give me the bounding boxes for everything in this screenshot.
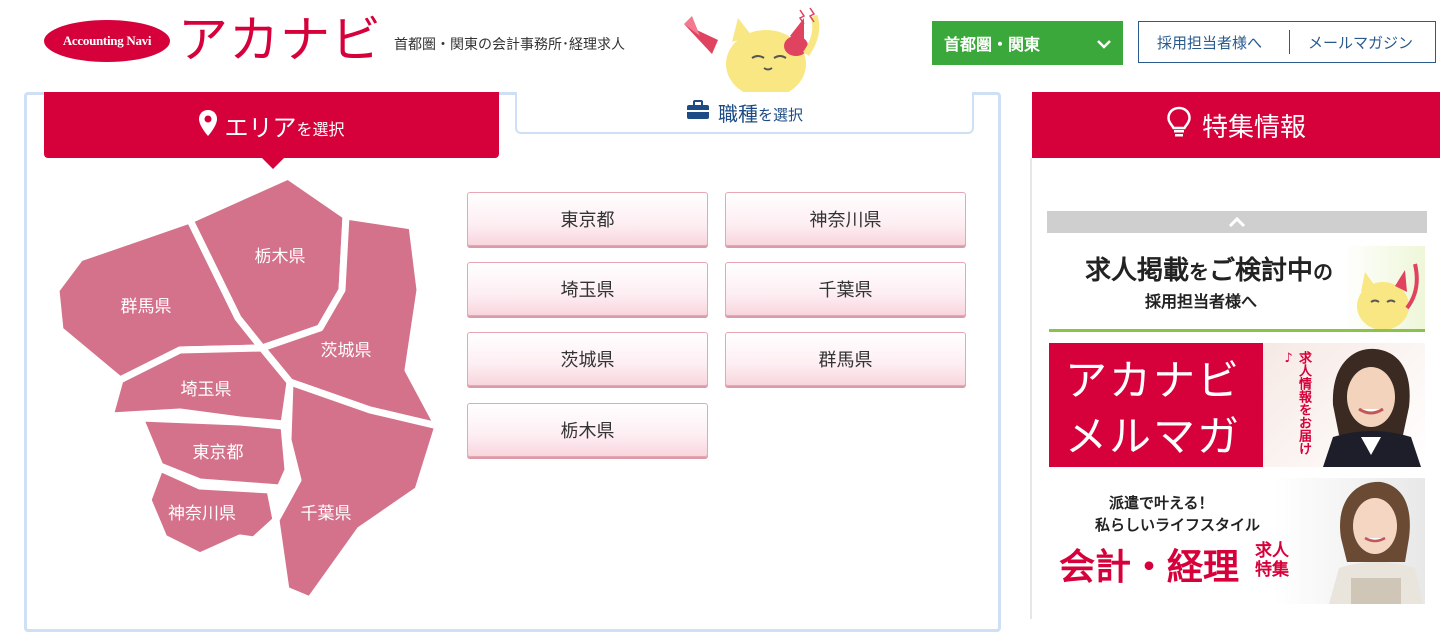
feature-header: 特集情報 bbox=[1032, 92, 1440, 158]
link-for-recruiters[interactable]: 採用担当者様へ bbox=[1139, 32, 1289, 53]
cat-mascot-icon bbox=[1357, 263, 1419, 329]
kanto-map: 栃木県 群馬県 茨城県 埼玉県 東京都 神奈川県 千葉県 bbox=[52, 172, 442, 604]
cat-mascot-icon bbox=[684, 7, 820, 92]
tab-notch bbox=[261, 157, 285, 169]
chevron-down-icon bbox=[1097, 34, 1111, 53]
map-pin-icon bbox=[198, 109, 218, 141]
tab-area-label: エリア bbox=[224, 113, 297, 142]
logo[interactable]: Accounting Navi bbox=[44, 20, 170, 62]
banner-haken-line3: 会計・経理 bbox=[1059, 547, 1240, 588]
map-label-chiba: 千葉県 bbox=[301, 504, 352, 523]
banner-mailmag-side: 求人情報をお届け♪ bbox=[1281, 351, 1311, 455]
pref-button-tochigi[interactable]: 栃木県 bbox=[467, 403, 708, 457]
pref-button-gunma[interactable]: 群馬県 bbox=[725, 332, 966, 386]
sidebar-border bbox=[1030, 158, 1032, 619]
banner-mail-magazine[interactable]: アカナビ メルマガ 求人情報をお届け♪ bbox=[1049, 343, 1425, 467]
link-mail-magazine[interactable]: メールマガジン bbox=[1290, 32, 1413, 53]
tab-area-suffix: を選択 bbox=[296, 120, 345, 139]
pref-button-saitama[interactable]: 埼玉県 bbox=[467, 262, 708, 316]
map-label-saitama: 埼玉県 bbox=[181, 380, 232, 399]
logo-text: Accounting Navi bbox=[62, 33, 152, 48]
pref-button-kanagawa[interactable]: 神奈川県 bbox=[725, 192, 966, 246]
banner-mailmag-line2: メルマガ bbox=[1065, 412, 1242, 461]
pref-button-ibaraki[interactable]: 茨城県 bbox=[467, 332, 708, 386]
banner-recruiter[interactable]: 求人掲載をご検討中の 採用担当者様へ bbox=[1049, 246, 1425, 332]
banner-mailmag-line1: アカナビ bbox=[1065, 356, 1242, 405]
tab-area-select[interactable]: エリア を選択 bbox=[44, 92, 499, 158]
banner-haken-line1: 派遣で叶える！ bbox=[1109, 494, 1214, 512]
banner-recruiter-sub: 採用担当者様へ bbox=[1145, 292, 1258, 311]
banner-haken-special[interactable]: 派遣で叶える！ 私らしいライフスタイル 会計・経理 求人特集 bbox=[1049, 478, 1425, 604]
logo-kana[interactable]: アカナビ bbox=[178, 12, 382, 68]
region-select-value: 首都圏・関東 bbox=[944, 35, 1041, 54]
chevron-up-icon bbox=[1228, 213, 1246, 232]
map-label-kanagawa: 神奈川県 bbox=[168, 504, 236, 523]
banner-haken-line2: 私らしいライフスタイル bbox=[1095, 516, 1261, 534]
carousel-up-button[interactable] bbox=[1047, 211, 1427, 233]
tab-job-label: 職種 bbox=[717, 101, 758, 126]
woman-photo-icon bbox=[1329, 481, 1423, 604]
map-label-ibaraki: 茨城県 bbox=[321, 341, 372, 360]
map-label-gunma: 群馬県 bbox=[121, 297, 172, 316]
pref-button-chiba[interactable]: 千葉県 bbox=[725, 262, 966, 316]
header-links: 採用担当者様へ メールマガジン bbox=[1138, 21, 1436, 63]
briefcase-icon bbox=[686, 100, 710, 124]
pref-button-tokyo[interactable]: 東京都 bbox=[467, 192, 708, 246]
banner-haken-line4: 求人特集 bbox=[1255, 541, 1289, 580]
lightbulb-icon bbox=[1166, 106, 1192, 145]
feature-title: 特集情報 bbox=[1201, 112, 1306, 143]
tagline: 首都圏・関東の会計事務所･経理求人 bbox=[394, 37, 625, 53]
region-select[interactable]: 首都圏・関東 bbox=[932, 21, 1123, 65]
tab-job-suffix: を選択 bbox=[757, 105, 803, 124]
site-header: Accounting Navi アカナビ 首都圏・関東の会計事務所･経理求人 首… bbox=[0, 0, 1440, 92]
tab-job-select[interactable]: 職種 を選択 bbox=[515, 92, 974, 134]
map-label-tokyo: 東京都 bbox=[193, 443, 244, 462]
map-label-tochigi: 栃木県 bbox=[255, 247, 306, 266]
woman-photo-icon bbox=[1323, 348, 1421, 467]
banner-recruiter-heading: 求人掲載をご検討中の bbox=[1085, 256, 1334, 286]
